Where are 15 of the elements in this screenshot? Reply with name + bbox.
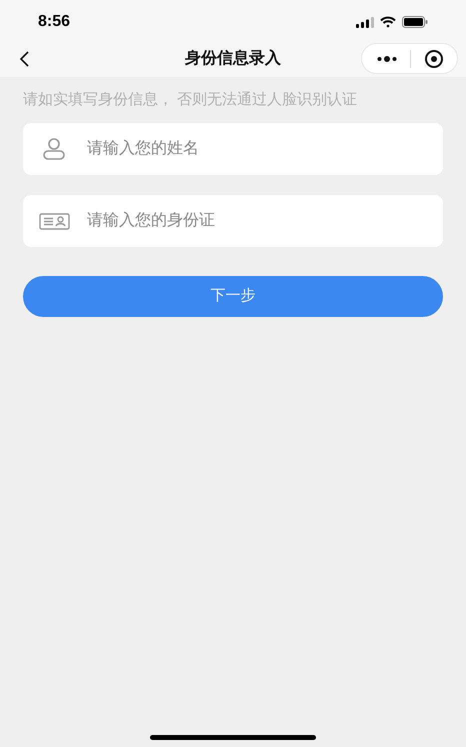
page-title: 身份信息录入 bbox=[185, 48, 281, 68]
text-field[interactable]: 请输入您的身份证 bbox=[23, 195, 443, 247]
hint-text: 请如实填写身份信息， 否则无法通过人脸识别认证 bbox=[23, 90, 358, 110]
person-icon bbox=[42, 138, 66, 160]
more-icon[interactable] bbox=[377, 56, 397, 62]
input-field[interactable]: 请输入您的姓名 bbox=[85, 137, 443, 161]
back-icon[interactable] bbox=[19, 50, 29, 66]
id-card-icon bbox=[38, 212, 70, 230]
text-field[interactable]: 请输入您的姓名 bbox=[23, 123, 443, 175]
signal-icon bbox=[356, 16, 374, 28]
input-field[interactable]: 请输入您的身份证 bbox=[85, 209, 443, 233]
next-button[interactable]: 下一步 bbox=[23, 276, 443, 317]
status-time: 8:56 bbox=[38, 12, 70, 32]
wifi-icon bbox=[380, 16, 396, 28]
battery-icon bbox=[402, 16, 428, 28]
